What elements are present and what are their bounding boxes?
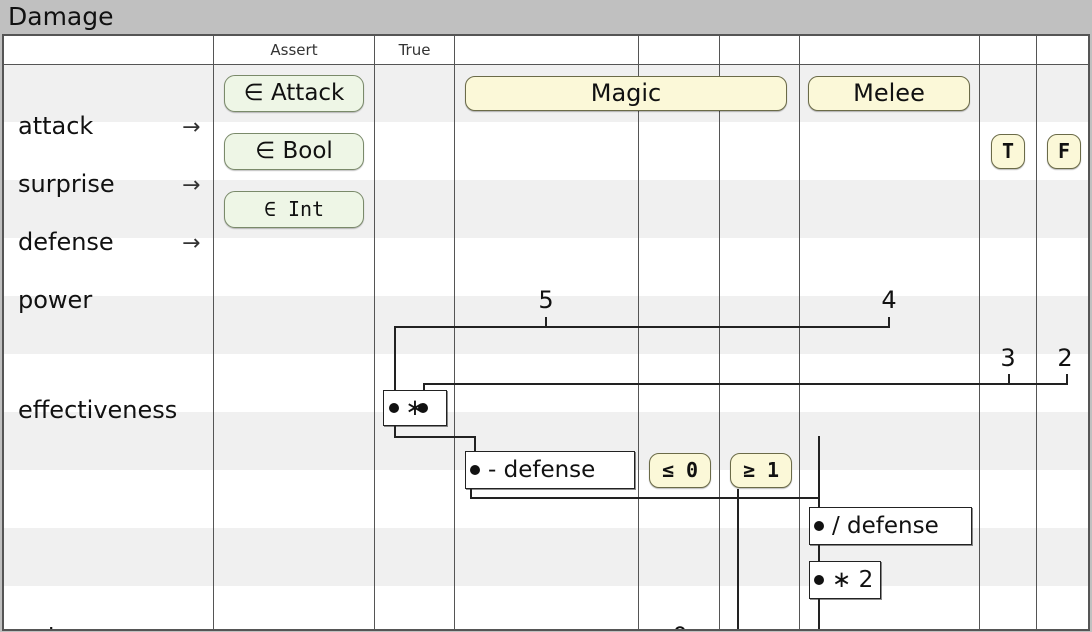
grid-hline — [4, 64, 1088, 65]
row-arrow-surprise: → — [182, 173, 201, 198]
window-title: Damage — [8, 2, 114, 31]
input-dot-times-two[interactable] — [814, 575, 824, 585]
expr-box-divide-defense-label: / defense — [832, 513, 939, 539]
guard-pill-le-zero-label: ≤ 0 — [661, 458, 699, 482]
row-label-out: out — [18, 622, 57, 629]
case-pill-magic[interactable]: Magic — [465, 76, 787, 111]
grid-vline — [799, 36, 800, 629]
assert-pill-defense-label: ∈ Int — [263, 197, 325, 221]
expr-box-divide-defense[interactable]: / defense — [809, 507, 972, 545]
row-band — [4, 180, 1088, 238]
expr-box-minus-defense[interactable]: - defense — [465, 451, 635, 489]
grid-vline — [213, 36, 214, 629]
row-arrow-attack: → — [182, 115, 201, 140]
input-dot-minus-defense[interactable] — [470, 465, 480, 475]
row-arrow-out: ← — [182, 625, 200, 629]
decision-table: Assert True attack → surprise → defense … — [2, 34, 1090, 631]
row-label-surprise: surprise — [18, 170, 115, 198]
guard-pill-le-zero[interactable]: ≤ 0 — [649, 453, 711, 488]
case-pill-false[interactable]: F — [1047, 134, 1081, 169]
grid-vline — [454, 36, 455, 629]
input-dot-multiply-left[interactable] — [389, 403, 399, 413]
wire-times-two-out — [818, 599, 820, 629]
row-label-defense: defense — [18, 228, 114, 256]
literal-power-magic: 5 — [538, 286, 554, 314]
window-titlebar: Damage — [0, 0, 1092, 34]
wire-guard-le-zero-out — [737, 489, 739, 629]
expr-box-times-two-label: ∗ 2 — [832, 567, 874, 593]
grid-vline — [374, 36, 375, 629]
wire-mult-out-right — [394, 436, 476, 438]
grid-vline — [1036, 36, 1037, 629]
assert-pill-attack[interactable]: ∈ Attack — [224, 75, 364, 112]
wire-power-bus — [394, 326, 890, 328]
row-label-attack: attack — [18, 112, 94, 140]
grid-vline — [979, 36, 980, 629]
wire-guard-ge-one-join — [818, 436, 820, 438]
case-pill-melee-label: Melee — [853, 79, 925, 107]
wire-minus-out-right — [470, 497, 820, 499]
row-label-effectiveness: effectiveness — [18, 396, 178, 424]
column-header-assert: Assert — [270, 41, 318, 59]
column-header-true: True — [398, 41, 431, 59]
out-dot-times-two[interactable] — [814, 629, 824, 631]
input-dot-multiply-right[interactable] — [418, 403, 428, 413]
row-label-power: power — [18, 286, 93, 314]
wire-guard-ge-one-up — [818, 436, 820, 511]
case-pill-true-label: T — [1001, 139, 1015, 163]
wire-defense-bus — [423, 383, 1068, 385]
guard-pill-ge-one[interactable]: ≥ 1 — [730, 453, 792, 488]
assert-pill-defense[interactable]: ∈ Int — [224, 191, 364, 228]
assert-pill-attack-label: ∈ Attack — [243, 80, 345, 106]
case-pill-magic-label: Magic — [590, 79, 662, 107]
case-pill-true[interactable]: T — [991, 134, 1025, 169]
literal-out-zero: 0 — [649, 622, 711, 629]
grid-vline — [638, 36, 639, 629]
out-dot-guard-le-zero[interactable] — [733, 629, 743, 631]
case-pill-false-label: F — [1057, 139, 1071, 163]
guard-pill-ge-one-label: ≥ 1 — [742, 458, 780, 482]
row-arrow-defense: → — [182, 231, 201, 256]
assert-pill-surprise[interactable]: ∈ Bool — [224, 133, 364, 170]
grid-vline — [719, 36, 720, 629]
assert-pill-surprise-label: ∈ Bool — [255, 138, 333, 164]
literal-defense-t: 3 — [1000, 344, 1016, 372]
damage-table-window: Damage Assert True attack → surprise → d… — [0, 0, 1092, 632]
literal-defense-f: 2 — [1057, 344, 1073, 372]
literal-power-melee: 4 — [881, 286, 897, 314]
case-pill-melee[interactable]: Melee — [808, 76, 970, 111]
expr-box-minus-defense-label: - defense — [488, 457, 596, 483]
input-dot-divide-defense[interactable] — [814, 521, 824, 531]
